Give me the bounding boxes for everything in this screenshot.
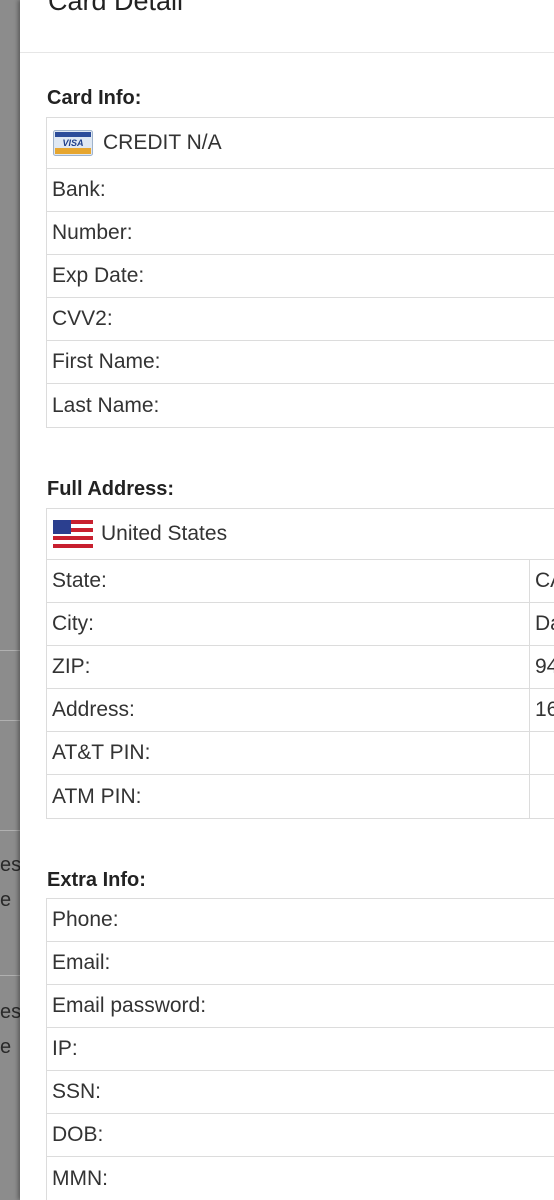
svg-text:VISA: VISA [62, 138, 83, 148]
card-info-row: Number: [47, 212, 554, 255]
address-row: ATM PIN: [47, 775, 554, 818]
extra-info-row: MMN: [47, 1157, 554, 1200]
card-info-row: Bank: [47, 169, 554, 212]
city-label: City: [52, 612, 94, 635]
country-row: United States [47, 509, 554, 560]
extra-info-row: SSN: [47, 1071, 554, 1114]
extra-info-title: Extra Info: [47, 869, 146, 891]
email-label: Email: [52, 951, 111, 974]
modal-title: Card Detail [48, 0, 184, 16]
ssn-label: SSN: [52, 1080, 102, 1103]
zip-label: ZIP: [52, 655, 91, 678]
background-divider [0, 830, 20, 831]
exp-date-label: Exp Date: [52, 264, 145, 287]
state-label: State: [52, 569, 107, 592]
zip-value: 94 [529, 646, 554, 688]
card-info-row: Exp Date: [47, 255, 554, 298]
background-divider [0, 650, 20, 651]
address-value: 16 [529, 689, 554, 731]
card-detail-modal: Card Detail Card Info: VISA CREDIT N/A B… [20, 0, 554, 1200]
first-name-label: First Name: [52, 350, 161, 373]
card-info-row: First Name: [47, 341, 554, 384]
card-info-row: CVV2: [47, 298, 554, 341]
background-text: e [0, 889, 12, 911]
att-pin-value [529, 732, 554, 774]
atm-pin-value [529, 775, 554, 818]
dob-label: DOB: [52, 1123, 104, 1146]
background-page: es e es e [0, 0, 20, 1200]
att-pin-label: AT&T PIN: [52, 741, 151, 764]
address-row: ZIP: 94 [47, 646, 554, 689]
state-value: CA [529, 560, 554, 602]
number-label: Number: [52, 221, 133, 244]
address-row: State: CA [47, 560, 554, 603]
bank-label: Bank: [52, 178, 106, 201]
phone-label: Phone: [52, 908, 119, 931]
background-text: es [0, 854, 20, 876]
address-row: AT&T PIN: [47, 732, 554, 775]
extra-info-row: Email password: [47, 985, 554, 1028]
us-flag-icon [53, 520, 93, 548]
last-name-label: Last Name: [52, 393, 160, 417]
mmn-label: MMN: [52, 1166, 108, 1190]
atm-pin-label: ATM PIN: [52, 784, 142, 808]
extra-info-table: Phone: Email: Email password: IP: SSN: D… [46, 898, 554, 1200]
full-address-table: United States State: CA City: Da ZIP: 94… [46, 508, 554, 819]
extra-info-row: IP: [47, 1028, 554, 1071]
email-password-label: Email password: [52, 994, 207, 1017]
address-row: Address: 16 [47, 689, 554, 732]
extra-info-row: Email: [47, 942, 554, 985]
cvv2-label: CVV2: [52, 307, 113, 330]
full-address-title: Full Address: [47, 478, 175, 500]
background-divider [0, 975, 20, 976]
background-divider [0, 720, 20, 721]
extra-info-row: DOB: [47, 1114, 554, 1157]
card-type-label: CREDIT N/A [103, 131, 222, 154]
card-type-row: VISA CREDIT N/A [47, 118, 554, 169]
card-info-table: VISA CREDIT N/A Bank: Number: Exp Date: … [46, 117, 554, 428]
extra-info-row: Phone: [47, 899, 554, 942]
address-label: Address: [52, 698, 135, 721]
visa-card-icon: VISA [53, 130, 93, 156]
ip-label: IP: [52, 1037, 78, 1060]
background-text: e [0, 1036, 12, 1058]
header-divider [20, 52, 554, 53]
city-value: Da [529, 603, 554, 645]
card-info-title: Card Info: [47, 87, 142, 109]
card-info-row: Last Name: [47, 384, 554, 427]
address-row: City: Da [47, 603, 554, 646]
country-label: United States [101, 522, 228, 545]
background-text: es [0, 1001, 20, 1023]
